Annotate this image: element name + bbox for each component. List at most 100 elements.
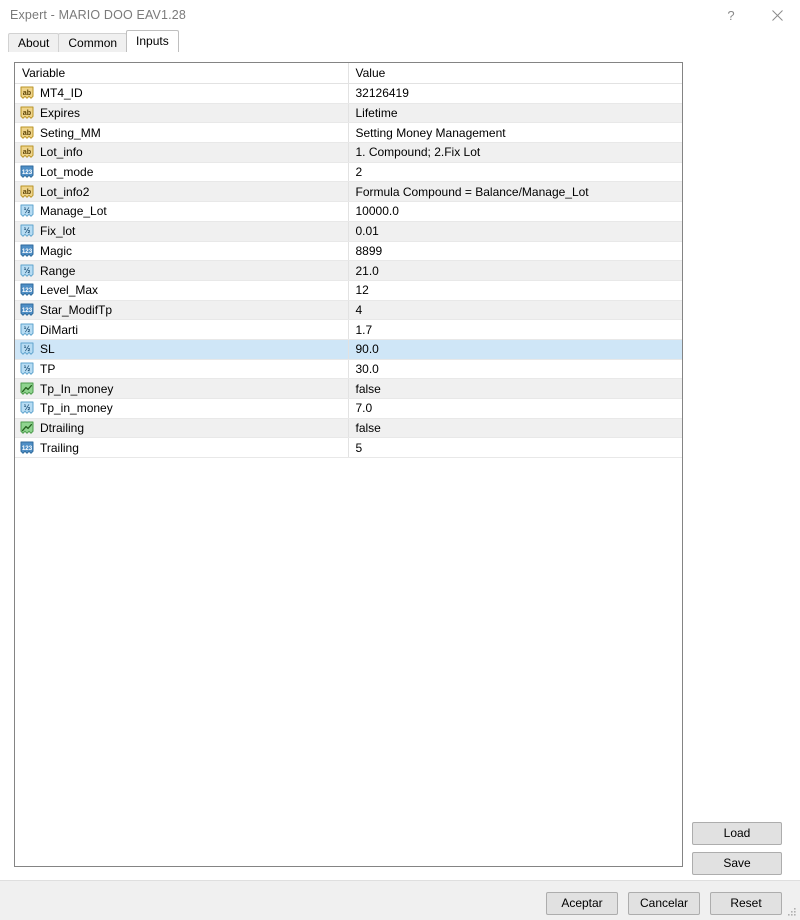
table-row[interactable]: 123 Star_ModifTp 4 [15, 300, 682, 321]
value-text: 90.0 [355, 342, 379, 357]
table-row[interactable]: ½ Manage_Lot 10000.0 [15, 201, 682, 222]
variable-cell[interactable]: ½ Range [15, 260, 349, 281]
save-button[interactable]: Save [692, 852, 782, 875]
table-row[interactable]: ½ Tp_in_money 7.0 [15, 398, 682, 419]
table-row[interactable]: ½ DiMarti 1.7 [15, 319, 682, 340]
column-header-value[interactable]: Value [348, 63, 682, 84]
value-cell[interactable]: 8899 [348, 241, 682, 262]
value-cell[interactable]: 5 [348, 437, 682, 459]
value-cell[interactable]: Formula Compound = Balance/Manage_Lot [348, 181, 682, 203]
reset-button[interactable]: Reset [710, 892, 782, 915]
bool-type-icon [20, 382, 34, 395]
variable-cell[interactable]: 123 Level_Max [15, 280, 349, 301]
variable-cell[interactable]: 123 Magic [15, 241, 349, 262]
value-cell[interactable]: 1. Compound; 2.Fix Lot [348, 142, 682, 163]
table-row[interactable]: ½ Range 21.0 [15, 260, 682, 281]
close-icon [771, 9, 783, 21]
double-type-icon: ½ [20, 401, 34, 415]
value-text: false [355, 421, 381, 436]
table-row[interactable]: ab Seting_MM Setting Money Management [15, 122, 682, 144]
value-cell[interactable]: 90.0 [348, 339, 682, 360]
table-row[interactable]: Tp_In_money false [15, 378, 682, 399]
cancel-button[interactable]: Cancelar [628, 892, 700, 915]
value-cell[interactable]: false [348, 418, 682, 439]
value-cell[interactable]: 1.7 [348, 319, 682, 340]
variable-cell[interactable]: ab MT4_ID [15, 83, 349, 104]
table-row[interactable]: 123 Trailing 5 [15, 437, 682, 459]
variable-name: Range [40, 263, 76, 278]
value-cell[interactable]: Lifetime [348, 103, 682, 124]
variable-cell[interactable]: 123 Star_ModifTp [15, 300, 349, 321]
variable-cell[interactable]: 123 Lot_mode [15, 162, 349, 183]
variable-cell[interactable]: ½ Tp_in_money [15, 398, 349, 419]
int-type-icon: 123 [20, 244, 34, 257]
svg-text:½: ½ [24, 206, 31, 215]
table-row[interactable]: 123 Magic 8899 [15, 241, 682, 262]
table-row[interactable]: Dtrailing false [15, 418, 682, 439]
accept-button[interactable]: Aceptar [546, 892, 618, 915]
dialog-footer: Aceptar Cancelar Reset [0, 880, 800, 920]
resize-grip-icon[interactable] [785, 906, 797, 918]
variable-name: Trailing [40, 440, 79, 455]
svg-text:ab: ab [23, 88, 32, 97]
double-type-icon: ½ [20, 264, 34, 278]
value-cell[interactable]: false [348, 378, 682, 399]
variable-cell[interactable]: ½ Fix_lot [15, 221, 349, 242]
table-row[interactable]: ½ TP 30.0 [15, 359, 682, 380]
tab-strip: About Common Inputs [0, 30, 800, 52]
column-header-variable[interactable]: Variable [15, 63, 349, 84]
load-button[interactable]: Load [692, 822, 782, 845]
variable-cell[interactable]: ab Lot_info2 [15, 181, 349, 203]
table-row[interactable]: ab Expires Lifetime [15, 103, 682, 124]
variable-cell[interactable]: ab Seting_MM [15, 122, 349, 144]
value-cell[interactable]: 4 [348, 300, 682, 321]
tab-common[interactable]: Common [58, 33, 128, 52]
value-cell[interactable]: 0.01 [348, 221, 682, 242]
value-cell[interactable]: 30.0 [348, 359, 682, 380]
variable-cell[interactable]: Dtrailing [15, 418, 349, 439]
variable-cell[interactable]: 123 Trailing [15, 437, 349, 459]
variable-cell[interactable]: ½ SL [15, 339, 349, 360]
variable-name: Star_ModifTp [40, 302, 113, 317]
svg-text:ab: ab [23, 108, 32, 117]
value-cell[interactable]: 10000.0 [348, 201, 682, 222]
string-type-icon: ab [20, 86, 34, 100]
help-button[interactable]: ? [708, 0, 754, 30]
bool-type-icon [20, 421, 34, 435]
variable-name: TP [40, 361, 56, 376]
table-row[interactable]: ab Lot_info2 Formula Compound = Balance/Ma… [15, 181, 682, 203]
table-row[interactable]: ½ SL 90.0 [15, 339, 682, 360]
close-button[interactable] [754, 0, 800, 30]
value-cell[interactable]: 7.0 [348, 398, 682, 419]
variable-cell[interactable]: ½ TP [15, 359, 349, 380]
table-row[interactable]: 123 Level_Max 12 [15, 280, 682, 301]
table-row[interactable]: 123 Lot_mode 2 [15, 162, 682, 183]
variable-cell[interactable]: ½ DiMarti [15, 319, 349, 340]
variable-name: DiMarti [40, 322, 78, 337]
table-row[interactable]: ½ Fix_lot 0.01 [15, 221, 682, 242]
variable-cell[interactable]: ab Expires [15, 103, 349, 124]
table-row[interactable]: ab MT4_ID 32126419 [15, 83, 682, 104]
bool-type-icon [20, 421, 34, 434]
variable-cell[interactable]: ab Lot_info [15, 142, 349, 163]
int-type-icon: 123 [20, 165, 34, 178]
string-type-icon: ab [20, 185, 34, 199]
window-controls: ? [708, 0, 800, 30]
variable-name: Lot_info [40, 145, 83, 160]
value-cell[interactable]: 32126419 [348, 83, 682, 104]
int-type-icon: 123 [20, 441, 34, 455]
table-row[interactable]: ab Lot_info 1. Compound; 2.Fix Lot [15, 142, 682, 163]
tab-inputs[interactable]: Inputs [126, 30, 179, 52]
value-text: 30.0 [355, 361, 379, 376]
string-type-icon: ab [20, 145, 34, 159]
value-cell[interactable]: Setting Money Management [348, 122, 682, 144]
svg-text:½: ½ [24, 403, 31, 412]
inputs-panel: Variable Value ab MT4_ID 32126419 ab Expires… [0, 52, 800, 880]
value-cell[interactable]: 21.0 [348, 260, 682, 281]
value-cell[interactable]: 2 [348, 162, 682, 183]
tab-about[interactable]: About [8, 33, 60, 52]
window-title: Expert - MARIO DOO EAV1.28 [10, 8, 186, 22]
value-cell[interactable]: 12 [348, 280, 682, 301]
variable-cell[interactable]: ½ Manage_Lot [15, 201, 349, 222]
variable-cell[interactable]: Tp_In_money [15, 378, 349, 399]
